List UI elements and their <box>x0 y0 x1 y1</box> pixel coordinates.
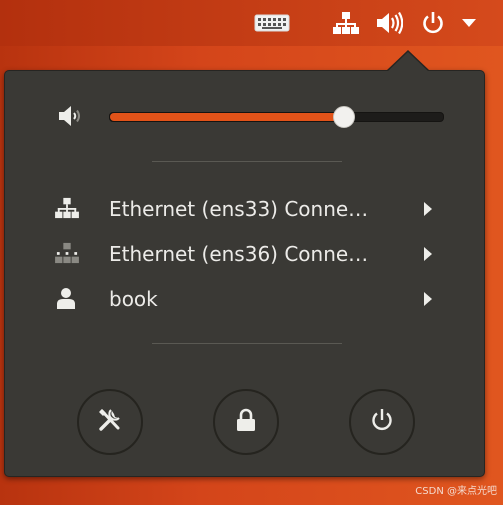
menu-item-ethernet-ens36[interactable]: Ethernet (ens36) Conne… <box>5 234 484 274</box>
lock-button[interactable] <box>213 389 279 455</box>
keyboard-icon[interactable] <box>253 8 291 38</box>
top-panel <box>0 0 503 46</box>
menu-item-label: Ethernet (ens36) Conne… <box>109 242 369 266</box>
volume-slider-handle[interactable] <box>333 106 356 128</box>
chevron-right-icon <box>424 201 432 220</box>
network-wired-dim-icon <box>55 242 79 266</box>
settings-button[interactable] <box>77 389 143 455</box>
power-off-button[interactable] <box>349 389 415 455</box>
menu-pointer <box>388 52 428 71</box>
watermark: CSDN @来点光吧 <box>415 486 497 497</box>
network-wired-icon <box>55 197 79 221</box>
dropdown-arrow-icon[interactable] <box>458 8 480 38</box>
volume-slider-fill <box>110 113 344 121</box>
settings-tools-icon <box>97 407 123 437</box>
power-icon[interactable] <box>418 8 448 38</box>
volume-slider[interactable] <box>109 106 444 128</box>
user-icon <box>55 287 79 311</box>
volume-row <box>53 101 453 133</box>
menu-item-user[interactable]: book <box>5 279 484 319</box>
volume-icon[interactable] <box>372 8 406 38</box>
menu-item-label: book <box>109 287 158 311</box>
separator <box>152 161 342 162</box>
speaker-low-icon <box>56 103 84 133</box>
menu-item-ethernet-ens33[interactable]: Ethernet (ens33) Conne… <box>5 189 484 229</box>
chevron-right-icon <box>424 291 432 310</box>
menu-item-label: Ethernet (ens33) Conne… <box>109 197 369 221</box>
power-icon <box>370 408 394 436</box>
chevron-right-icon <box>424 246 432 265</box>
network-wired-icon[interactable] <box>331 8 361 38</box>
system-menu: Ethernet (ens33) Conne… Ethernet (ens36)… <box>4 70 485 477</box>
lock-icon <box>235 408 257 436</box>
separator <box>152 343 342 344</box>
